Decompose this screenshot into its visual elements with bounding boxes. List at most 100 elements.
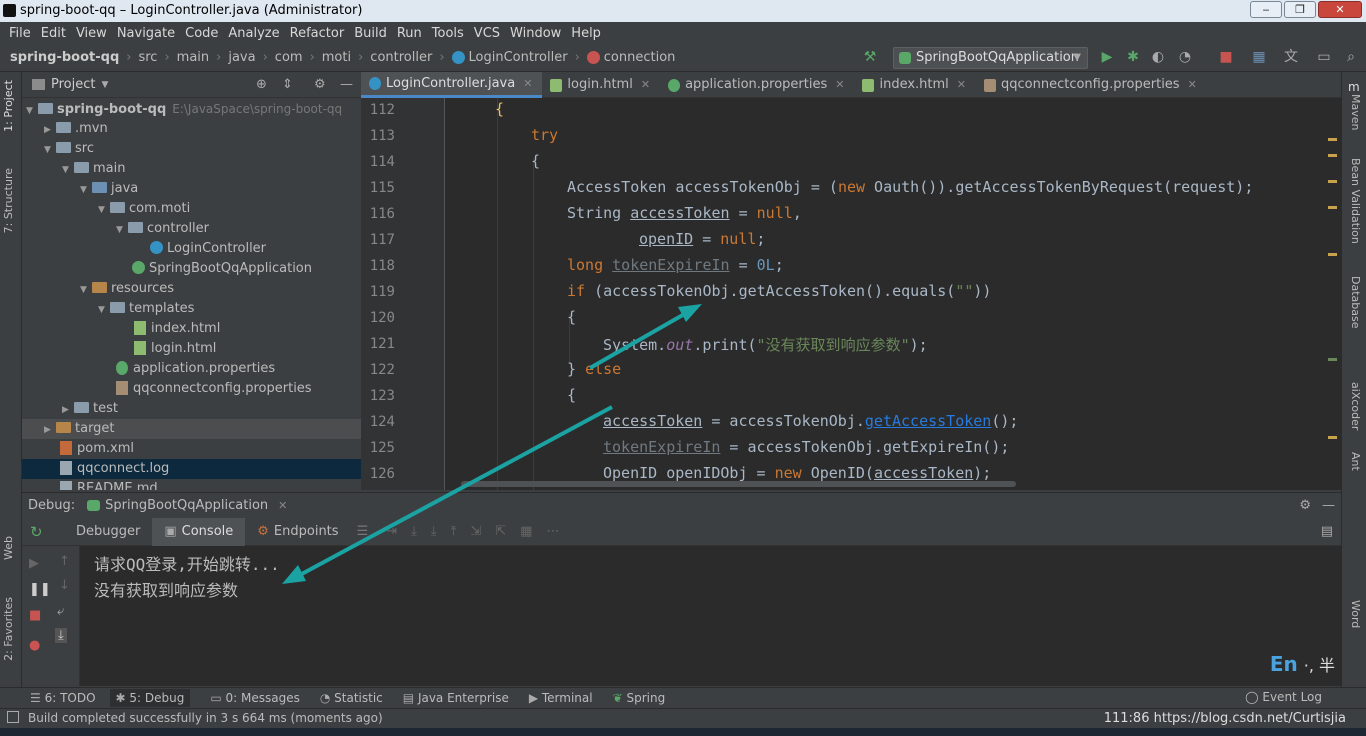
- close-icon[interactable]: ✕: [835, 72, 844, 98]
- tab-logincontroller[interactable]: LoginController.java ✕: [361, 71, 543, 98]
- down-arrow-icon[interactable]: ↓: [59, 578, 70, 593]
- maximize-button[interactable]: ❐: [1284, 1, 1316, 18]
- build-hammer-icon[interactable]: ⚒: [862, 49, 878, 65]
- tree-item-qqconnectconfig[interactable]: qqconnectconfig.properties: [22, 379, 361, 399]
- breadcrumb-com[interactable]: com: [275, 50, 303, 65]
- close-icon[interactable]: ✕: [278, 499, 287, 512]
- tree-item-index-html[interactable]: index.html: [22, 319, 361, 339]
- tool-terminal[interactable]: ▶ Terminal: [529, 691, 593, 705]
- warning-stripe[interactable]: [1328, 138, 1337, 141]
- tab-debugger[interactable]: Debugger: [64, 518, 152, 546]
- warning-stripe[interactable]: [1328, 253, 1337, 256]
- tab-application-properties[interactable]: application.properties ✕: [660, 72, 854, 98]
- warning-stripe[interactable]: [1328, 436, 1337, 439]
- hide-icon[interactable]: —: [340, 77, 353, 92]
- toggle-tool-windows-icon[interactable]: [7, 711, 19, 723]
- tree-item-readme[interactable]: README.md: [22, 479, 361, 490]
- tree-item-root[interactable]: ▼ spring-boot-qq E:\JavaSpace\spring-boot-…: [22, 99, 361, 119]
- tree-item-java[interactable]: ▼ java: [22, 179, 361, 199]
- tool-spring[interactable]: ❦ Spring: [613, 691, 666, 705]
- tool-todo[interactable]: ☰ 6: TODO: [30, 691, 96, 705]
- translate-icon[interactable]: 文: [1283, 49, 1299, 65]
- project-structure-icon[interactable]: ▦: [1251, 49, 1267, 65]
- close-button[interactable]: ✕: [1318, 1, 1362, 18]
- soft-wrap-icon[interactable]: ⤶: [57, 604, 64, 619]
- tree-item-controller[interactable]: ▼ controller: [22, 219, 361, 239]
- menu-edit[interactable]: Edit: [36, 26, 71, 41]
- search-icon[interactable]: ⌕: [1343, 49, 1359, 65]
- tab-endpoints[interactable]: ⚙ Endpoints: [245, 518, 350, 546]
- step-toolbar-icons[interactable]: ⇥⤓⤓⤒⇲⇱▦⋯: [386, 524, 573, 539]
- breadcrumb-moti[interactable]: moti: [322, 50, 351, 65]
- breadcrumb-java[interactable]: java: [228, 50, 255, 65]
- menu-tools[interactable]: Tools: [427, 26, 469, 41]
- minimize-button[interactable]: ‒: [1250, 1, 1282, 18]
- tree-item-logincontroller[interactable]: LoginController: [22, 239, 361, 259]
- close-icon[interactable]: ✕: [641, 72, 650, 98]
- tool-debug[interactable]: ✱ 5: Debug: [109, 689, 191, 707]
- menu-vcs[interactable]: VCS: [469, 26, 505, 41]
- tool-tab-structure[interactable]: 7: Structure: [2, 168, 15, 233]
- breadcrumb-controller[interactable]: controller: [370, 50, 432, 65]
- debug-bug-icon[interactable]: ✱: [1125, 49, 1141, 65]
- tree-item-main[interactable]: ▼ main: [22, 159, 361, 179]
- tool-statistic[interactable]: ◔ Statistic: [320, 691, 383, 705]
- tab-qqconnectconfig[interactable]: qqconnectconfig.properties ✕: [976, 72, 1207, 98]
- stop-icon[interactable]: ■: [1218, 49, 1234, 65]
- tool-tab-aixcoder[interactable]: aiXcoder: [1349, 382, 1362, 430]
- tool-tab-database[interactable]: Database: [1349, 276, 1362, 329]
- breadcrumb-src[interactable]: src: [138, 50, 157, 65]
- stop-icon[interactable]: ■: [29, 608, 41, 623]
- debug-config-tab[interactable]: SpringBootQqApplication: [105, 498, 268, 513]
- menu-build[interactable]: Build: [349, 26, 392, 41]
- breadcrumb-project[interactable]: spring-boot-qq: [10, 50, 119, 65]
- warning-stripe[interactable]: [1328, 180, 1337, 183]
- warning-stripe[interactable]: [1328, 206, 1337, 209]
- profile-icon[interactable]: ◔: [1177, 49, 1193, 65]
- tab-console[interactable]: ▣ Console: [152, 517, 246, 546]
- close-icon[interactable]: ✕: [957, 72, 966, 98]
- project-panel-title[interactable]: Project: [51, 77, 95, 92]
- breadcrumb-main[interactable]: main: [177, 50, 209, 65]
- menu-icon[interactable]: ☰: [357, 524, 369, 539]
- menu-file[interactable]: File: [4, 26, 36, 41]
- tool-tab-ant[interactable]: Ant: [1349, 452, 1362, 471]
- layout-icon[interactable]: ▤: [1321, 524, 1333, 539]
- tool-tab-maven[interactable]: Maven: [1349, 94, 1362, 130]
- hide-icon[interactable]: —: [1322, 498, 1335, 513]
- menu-analyze[interactable]: Analyze: [223, 26, 284, 41]
- chevron-down-icon[interactable]: ▼: [101, 80, 108, 90]
- close-icon[interactable]: ✕: [1188, 72, 1197, 98]
- scroll-to-end-icon[interactable]: ⤓: [55, 628, 67, 643]
- tool-tab-word[interactable]: Word: [1349, 600, 1362, 628]
- tool-tab-project[interactable]: 1: Project: [2, 80, 15, 132]
- breakpoints-icon[interactable]: ●: [29, 638, 40, 653]
- menu-view[interactable]: View: [71, 26, 112, 41]
- change-stripe[interactable]: [1328, 358, 1337, 361]
- resume-icon[interactable]: ▶: [29, 556, 39, 571]
- gear-icon[interactable]: ⚙: [1299, 498, 1311, 513]
- tool-tab-favorites[interactable]: 2: Favorites: [2, 597, 15, 661]
- tree-item-resources[interactable]: ▼ resources: [22, 279, 361, 299]
- rerun-icon[interactable]: ↻: [30, 523, 43, 541]
- tree-item-login-html[interactable]: login.html: [22, 339, 361, 359]
- tree-item-application-class[interactable]: SpringBootQqApplication: [22, 259, 361, 279]
- tree-item-mvn[interactable]: ▶ .mvn: [22, 119, 361, 139]
- locate-icon[interactable]: ⊕: [256, 77, 267, 92]
- layout-icon[interactable]: ▭: [1316, 49, 1332, 65]
- menu-help[interactable]: Help: [566, 26, 606, 41]
- tree-item-pom[interactable]: pom.xml: [22, 439, 361, 459]
- tool-tab-web[interactable]: Web: [2, 536, 15, 560]
- tree-item-templates[interactable]: ▼ templates: [22, 299, 361, 319]
- tool-java-enterprise[interactable]: ▤ Java Enterprise: [403, 691, 509, 705]
- tree-item-com-moti[interactable]: ▼ com.moti: [22, 199, 361, 219]
- close-icon[interactable]: ✕: [523, 71, 532, 97]
- breadcrumb-method[interactable]: connection: [604, 50, 676, 65]
- tool-messages[interactable]: ▭ 0: Messages: [210, 691, 300, 705]
- tree-item-test[interactable]: ▶ test: [22, 399, 361, 419]
- menu-navigate[interactable]: Navigate: [112, 26, 180, 41]
- tree-item-src[interactable]: ▼ src: [22, 139, 361, 159]
- gear-icon[interactable]: ⚙: [314, 77, 326, 92]
- collapse-all-icon[interactable]: ⇕: [282, 77, 293, 92]
- warning-stripe[interactable]: [1328, 154, 1337, 157]
